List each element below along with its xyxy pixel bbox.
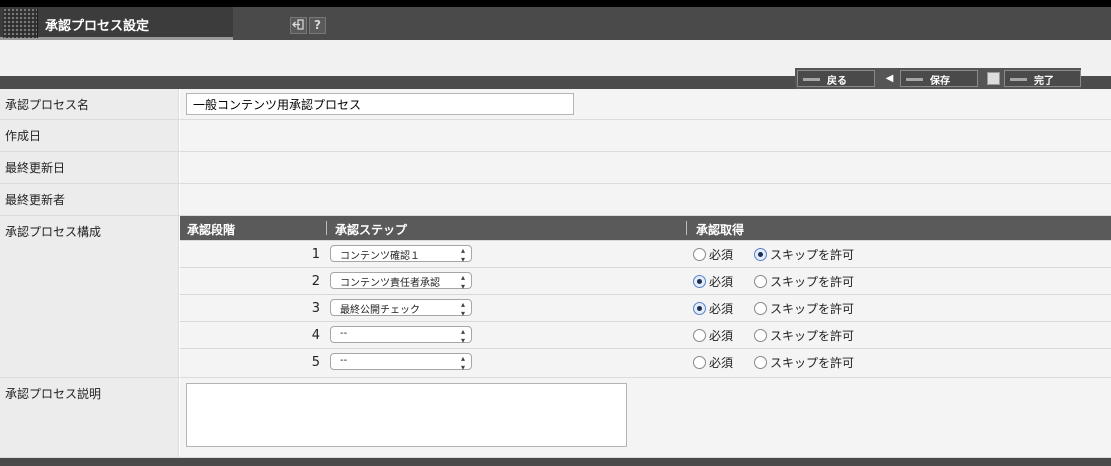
stage-number: 4 (311, 328, 320, 343)
required-label: 必須 (709, 329, 734, 343)
process-config-cell: 承認段階 承認ステップ 承認取得 1 コンテンツ確認１ ▴ ▾ 必須 スキップを許可 2 コン… (180, 216, 1111, 377)
process-row: 1 コンテンツ確認１ ▴ ▾ 必須 スキップを許可 (180, 240, 1111, 267)
skip-radio[interactable] (754, 302, 767, 315)
skip-radio[interactable] (754, 248, 767, 261)
process-row: 4 -- ▴ ▾ 必須 スキップを許可 (180, 321, 1111, 348)
description-cell (180, 378, 1111, 457)
process-name-input[interactable] (186, 93, 574, 115)
process-name-label: 承認プロセス名 (0, 89, 179, 119)
exit-arrow-icon (292, 19, 304, 30)
required-label: 必須 (709, 275, 734, 289)
dash-icon (803, 78, 820, 81)
process-name-cell (180, 89, 1111, 119)
row-description: 承認プロセス説明 (0, 378, 1111, 458)
done-button[interactable]: 完了 (1004, 70, 1081, 87)
skip-label: スキップを許可 (770, 248, 855, 262)
required-radio[interactable] (693, 302, 706, 315)
footer-bar (0, 458, 1111, 466)
required-radio[interactable] (693, 275, 706, 288)
skip-label: スキップを許可 (770, 356, 855, 370)
created-value (180, 120, 1111, 151)
updated-label: 最終更新日 (0, 152, 179, 183)
process-rows: 1 コンテンツ確認１ ▴ ▾ 必須 スキップを許可 2 コンテンツ責任者承認 ▴ ▾ 必須 スキップを… (180, 240, 1111, 375)
stage-number: 1 (311, 247, 320, 262)
header-stage: 承認段階 (187, 223, 236, 237)
skip-radio[interactable] (754, 329, 767, 342)
required-radio[interactable] (693, 356, 706, 369)
title-tab: 承認プロセス設定 (0, 7, 233, 40)
select-arrows-icon: ▴ ▾ (460, 246, 465, 264)
stage-number: 3 (311, 301, 320, 316)
required-label: 必須 (709, 302, 734, 316)
back-arrow-icon[interactable]: ◀ (883, 72, 896, 85)
process-row: 2 コンテンツ責任者承認 ▴ ▾ 必須 スキップを許可 (180, 267, 1111, 294)
updater-label: 最終更新者 (0, 184, 179, 215)
done-button-label: 完了 (1034, 76, 1054, 87)
process-config-label: 承認プロセス構成 (0, 216, 179, 377)
stage-number: 2 (311, 274, 320, 289)
header-divider (326, 221, 327, 235)
row-updated: 最終更新日 (0, 152, 1111, 184)
dash-icon (1010, 78, 1027, 81)
row-process-name: 承認プロセス名 (0, 89, 1111, 120)
step-select-value: -- (340, 355, 348, 366)
process-table: 承認段階 承認ステップ 承認取得 1 コンテンツ確認１ ▴ ▾ 必須 スキップを許可 2 コン… (180, 216, 1111, 375)
required-radio[interactable] (693, 329, 706, 342)
skip-label: スキップを許可 (770, 302, 855, 316)
required-label: 必須 (709, 248, 734, 262)
step-select-value: 最終公開チェック (340, 305, 420, 316)
step-select[interactable]: コンテンツ確認１ ▴ ▾ (330, 245, 472, 264)
step-select[interactable]: コンテンツ責任者承認 ▴ ▾ (330, 272, 472, 291)
created-label: 作成日 (0, 120, 179, 151)
help-button[interactable]: ? (309, 17, 326, 34)
skip-radio[interactable] (754, 356, 767, 369)
process-row: 5 -- ▴ ▾ 必須 スキップを許可 (180, 348, 1111, 375)
step-select-value: -- (340, 328, 348, 339)
top-border (0, 0, 1111, 7)
process-table-header: 承認段階 承認ステップ 承認取得 (180, 216, 1111, 240)
row-updater: 最終更新者 (0, 184, 1111, 216)
skip-label: スキップを許可 (770, 275, 855, 289)
save-button-label: 保存 (930, 76, 950, 87)
select-arrows-icon: ▴ ▾ (460, 273, 465, 291)
stage-number: 5 (311, 355, 320, 370)
step-select[interactable]: -- ▴ ▾ (330, 326, 472, 345)
step-select-value: コンテンツ責任者承認 (340, 278, 440, 289)
save-button[interactable]: 保存 (900, 70, 978, 87)
back-button-label: 戻る (827, 76, 847, 87)
action-buttons: 戻る ◀ 保存 完了 (795, 68, 1081, 89)
select-arrows-icon: ▴ ▾ (460, 354, 465, 372)
select-arrows-icon: ▴ ▾ (460, 327, 465, 345)
header-acquire: 承認取得 (696, 223, 745, 237)
back-button[interactable]: 戻る (797, 70, 875, 87)
description-label: 承認プロセス説明 (0, 378, 179, 457)
required-label: 必須 (709, 356, 734, 370)
description-textarea[interactable] (186, 383, 627, 447)
process-form: 承認プロセス名 作成日 最終更新日 最終更新者 承認プロセス構成 承認段階 承認… (0, 89, 1111, 458)
page-title: 承認プロセス設定 (45, 19, 150, 34)
header-step: 承認ステップ (335, 223, 408, 237)
step-select-value: コンテンツ確認１ (340, 251, 420, 262)
updated-value (180, 152, 1111, 183)
skip-label: スキップを許可 (770, 329, 855, 343)
header-divider (686, 221, 687, 235)
app-grid-icon (3, 9, 38, 38)
floppy-disk-icon[interactable] (987, 72, 1000, 85)
updater-value (180, 184, 1111, 215)
dash-icon (906, 78, 923, 81)
exit-icon[interactable] (290, 17, 307, 34)
row-process-config: 承認プロセス構成 承認段階 承認ステップ 承認取得 1 コンテンツ確認１ ▴ ▾ 必須ス… (0, 216, 1111, 378)
skip-radio[interactable] (754, 275, 767, 288)
step-select[interactable]: -- ▴ ▾ (330, 353, 472, 372)
required-radio[interactable] (693, 248, 706, 261)
process-row: 3 最終公開チェック ▴ ▾ 必須 スキップを許可 (180, 294, 1111, 321)
row-created: 作成日 (0, 120, 1111, 152)
step-select[interactable]: 最終公開チェック ▴ ▾ (330, 299, 472, 318)
title-bar: 承認プロセス設定 ? (0, 7, 1111, 40)
select-arrows-icon: ▴ ▾ (460, 300, 465, 318)
